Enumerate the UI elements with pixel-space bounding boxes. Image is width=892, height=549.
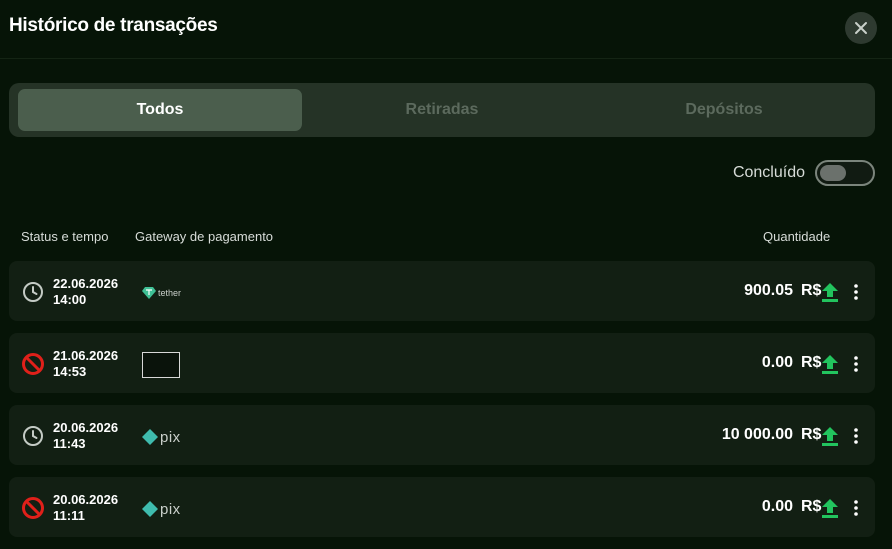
transaction-amount: 900.05 [744,282,793,299]
close-icon [855,22,867,34]
upload-arrow-icon [821,282,839,307]
transaction-date: 20.06.2026 [53,420,119,435]
transaction-amount: 0.00 [761,354,793,371]
payment-gateway: tether [142,279,181,307]
transaction-date: 20.06.2026 [53,492,119,507]
upload-arrow-icon [821,354,839,379]
transaction-currency: R$ [801,354,822,371]
transaction-date: 22.06.2026 [53,276,119,291]
transaction-datetime: 22.06.2026 14:00 [53,276,118,308]
tab-todos[interactable]: Todos [18,89,302,131]
transaction-currency: R$ [801,282,822,299]
payment-gateway: pix [142,423,181,451]
transaction-row: 22.06.2026 14:00 tether 900.05 R$ [9,261,875,321]
gateway-name: tether [158,288,182,298]
pix-logo-icon [142,429,158,445]
transaction-list: 22.06.2026 14:00 tether 900.05 R$ 21.06.2026 1… [9,261,875,549]
payment-gateway: pix [142,495,181,523]
more-options-button[interactable] [849,353,863,375]
transaction-datetime: 21.06.2026 14:53 [53,348,118,380]
close-button[interactable] [845,12,877,44]
tab-retiradas[interactable]: Retiradas [300,89,584,131]
transaction-row: 20.06.2026 11:11 pix 0.00 R$ [9,477,875,537]
completed-filter: Concluído [733,160,875,186]
transaction-time: 14:53 [53,364,87,379]
modal-header: Histórico de transações [0,0,892,59]
transaction-amount: 0.00 [761,498,793,515]
transaction-time: 11:43 [53,436,86,451]
clock-icon [21,424,45,448]
transaction-row: 20.06.2026 11:43 pix 10 000.00 R$ [9,405,875,465]
more-options-button[interactable] [849,497,863,519]
payment-gateway [142,351,180,379]
column-header-status: Status e tempo [21,229,109,244]
pix-logo-icon [142,501,158,517]
transaction-currency: R$ [801,426,822,443]
completed-toggle[interactable] [815,160,875,186]
clock-icon [21,280,45,304]
gateway-name: pix [160,500,181,518]
broken-image-icon [142,352,180,378]
gateway-name: pix [160,428,181,446]
transaction-type-tabs: Todos Retiradas Depósitos [9,83,875,137]
tab-depositos[interactable]: Depósitos [582,89,866,131]
toggle-knob [820,165,846,181]
transaction-date: 21.06.2026 [53,348,119,363]
transaction-row: 21.06.2026 14:53 0.00 R$ [9,333,875,393]
column-header-gateway: Gateway de pagamento [135,229,274,244]
page-title: Histórico de transações [9,15,218,36]
tether-logo-icon [142,287,156,299]
completed-filter-label: Concluído [732,164,805,181]
transaction-currency: R$ [801,498,822,515]
upload-arrow-icon [821,498,839,523]
transaction-datetime: 20.06.2026 11:43 [53,420,118,452]
transaction-amount: 10 000.00 [721,426,793,443]
cancel-icon [21,352,45,376]
cancel-icon [21,496,45,520]
transaction-time: 14:00 [53,292,87,307]
transaction-time: 11:11 [53,508,85,523]
column-header-amount: Quantidade [763,229,831,244]
transaction-datetime: 20.06.2026 11:11 [53,492,118,524]
more-options-button[interactable] [849,281,863,303]
more-options-button[interactable] [849,425,863,447]
upload-arrow-icon [821,426,839,451]
